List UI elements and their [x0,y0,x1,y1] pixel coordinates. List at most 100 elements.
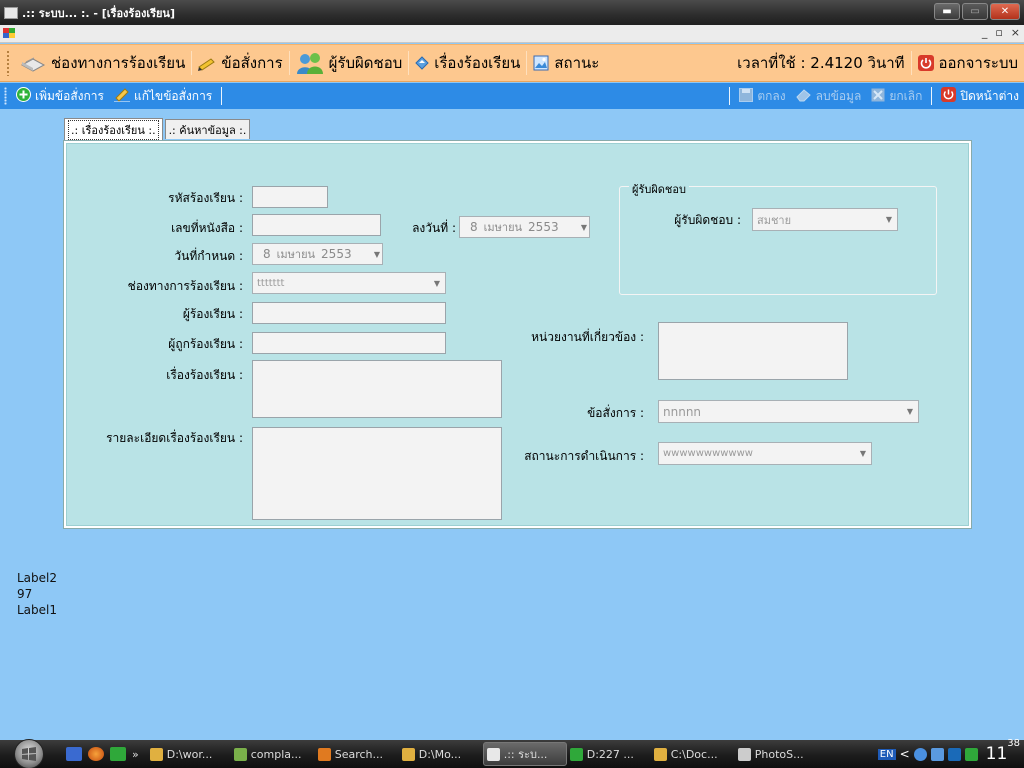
show-desktop-icon[interactable] [66,747,82,761]
utorrent-icon[interactable] [110,747,126,761]
chevron-down-icon[interactable]: ▼ [581,223,587,232]
menu-item-channels[interactable]: ช่องทางการร้องเรียน [14,49,191,77]
action-toolbar: เพิ่มข้อสั่งการ แก้ไขข้อสั่งการ ตกลง ลบข… [0,83,1024,109]
menu-item-complaints[interactable]: เรื่องร้องเรียน [409,49,526,77]
taskbar-task[interactable]: PhotoS... [735,742,819,766]
menu-grip[interactable] [6,50,10,76]
complainant-label: ผู้ร้องเรียน : [182,307,243,321]
accused-input[interactable] [252,332,446,354]
task-app-icon [233,747,247,761]
subject-textarea[interactable] [252,360,502,418]
taskbar-task[interactable]: D:\Mo... [399,742,483,766]
chevron-down-icon[interactable]: ▼ [429,273,445,293]
tab-complaints[interactable]: .: เรื่องร้องเรียน :. [64,118,163,140]
due-date-picker[interactable]: 8 เมษายน 2553 ▼ [252,243,383,265]
responsible-group-title: ผู้รับผิดชอบ [629,180,689,198]
window-close-button[interactable]: ✕ [990,3,1020,20]
task-app-icon [486,747,500,761]
mdi-restore-button[interactable]: ▫ [995,26,1002,39]
chevron-down-icon[interactable]: ▼ [902,401,918,422]
tab-search[interactable]: .: ค้นหาข้อมูล :. [164,119,251,139]
toolbar-separator [221,87,223,105]
save-button[interactable]: ตกลง [734,87,790,106]
status-select[interactable]: wwwwwwwwwww ▼ [658,442,872,465]
complainant-input[interactable] [252,302,446,324]
chevron-down-icon[interactable]: ▼ [881,209,897,230]
clock[interactable]: 1138 [986,738,1020,764]
window-minimize-button[interactable]: ▬ [934,3,960,20]
agency-textarea[interactable] [658,322,848,380]
cancel-x-icon [871,88,885,105]
debug-label2: Label2 [17,571,58,585]
task-label: PhotoS... [754,747,804,761]
doc-date-label: ลงวันที่ : [412,221,456,235]
complaint-code-input[interactable] [252,186,328,208]
firefox-icon[interactable] [88,747,104,761]
mdi-close-button[interactable]: × [1011,26,1020,39]
detail-label: รายละเอียดเรื่องร้องเรียน : [106,431,243,445]
task-app-icon [317,747,331,761]
cancel-button[interactable]: ยกเลิก [866,87,927,106]
doc-date-picker[interactable]: 8 เมษายน 2553 ▼ [459,216,590,238]
doc-number-input[interactable] [252,214,381,236]
taskbar: » D:\wor... compla... Search... D:\Mo....::… [0,738,1024,768]
task-app-icon [737,747,751,761]
task-app-icon [149,747,163,761]
window-titlebar[interactable]: .:: ระบบ... :. - [เรื่องร้องเรียน] ▬ ▭ ✕ [0,0,1024,25]
toolbar-grip[interactable] [4,87,7,105]
close-window-button[interactable]: ปิดหน้าต่าง [936,87,1024,106]
start-button[interactable] [14,739,44,768]
menu-item-status[interactable]: สถานะ [527,49,605,77]
document-icon [415,56,429,70]
delete-button[interactable]: ลบข้อมูล [791,87,867,106]
chevron-down-icon[interactable]: ▼ [374,250,380,259]
floppy-disk-icon [739,87,754,105]
edit-command-button[interactable]: แก้ไขข้อสั่งการ [109,87,217,106]
tray-expand-icon[interactable]: < [900,747,910,761]
window-maximize-button[interactable]: ▭ [962,3,988,20]
add-icon [16,87,31,105]
channel-select[interactable]: ttttttt ▼ [252,272,446,294]
task-label: D:\Mo... [418,747,462,761]
task-label: D:\wor... [166,747,213,761]
task-label: Search... [334,747,384,761]
elapsed-time-label: เวลาที่ใช้ : 2.4120 วินาที [737,54,905,72]
chevron-down-icon[interactable]: ▼ [855,443,871,464]
add-command-button[interactable]: เพิ่มข้อสั่งการ [11,87,109,106]
taskbar-task[interactable]: C:\Doc... [651,742,735,766]
network-icon[interactable] [930,747,944,761]
taskbar-task[interactable]: .:: ระบ... [482,742,567,766]
taskbar-task[interactable]: compla... [231,742,315,766]
task-app-icon [401,747,415,761]
picture-icon [533,55,549,71]
main-menu-bar: ช่องทางการร้องเรียน ข้อสั่งการ ผู้รับผิด… [0,44,1024,82]
utorrent-tray-icon[interactable] [964,747,978,761]
taskbar-task[interactable]: D:227 ... [567,742,651,766]
mdi-form-icon[interactable] [3,28,15,39]
responsible-select[interactable]: สมชาย ▼ [752,208,898,231]
media-player-icon[interactable] [913,747,927,761]
task-app-icon [569,747,583,761]
accused-label: ผู้ถูกร้องเรียน : [168,337,243,351]
users-icon [296,52,324,74]
window-controls: ▬ ▭ ✕ [934,3,1020,20]
power-icon [917,55,934,71]
quick-launch-expand-icon[interactable]: » [132,748,139,761]
menu-item-commands[interactable]: ข้อสั่งการ [192,49,288,77]
language-indicator[interactable]: EN [877,748,896,760]
book-icon [20,53,46,73]
task-label: .:: ระบ... [503,748,548,761]
mdi-child-strip: _ ▫ × [0,25,1024,43]
menu-item-exit[interactable]: ออกจาระบบ [912,49,1024,77]
fax-icon[interactable] [947,747,961,761]
mdi-minimize-button[interactable]: _ [982,26,988,39]
windows-logo-icon [22,747,36,761]
menu-item-responsible[interactable]: ผู้รับผิดชอบ [290,49,409,77]
quick-launch: » [66,747,139,761]
command-select[interactable]: nnnnn ▼ [658,400,919,423]
taskbar-task[interactable]: Search... [315,742,399,766]
responsible-label: ผู้รับผิดชอบ : [674,213,741,227]
detail-textarea[interactable] [252,427,502,520]
taskbar-task[interactable]: D:\wor... [147,742,231,766]
window-title: .:: ระบบ... :. - [เรื่องร้องเรียน] [22,6,175,20]
